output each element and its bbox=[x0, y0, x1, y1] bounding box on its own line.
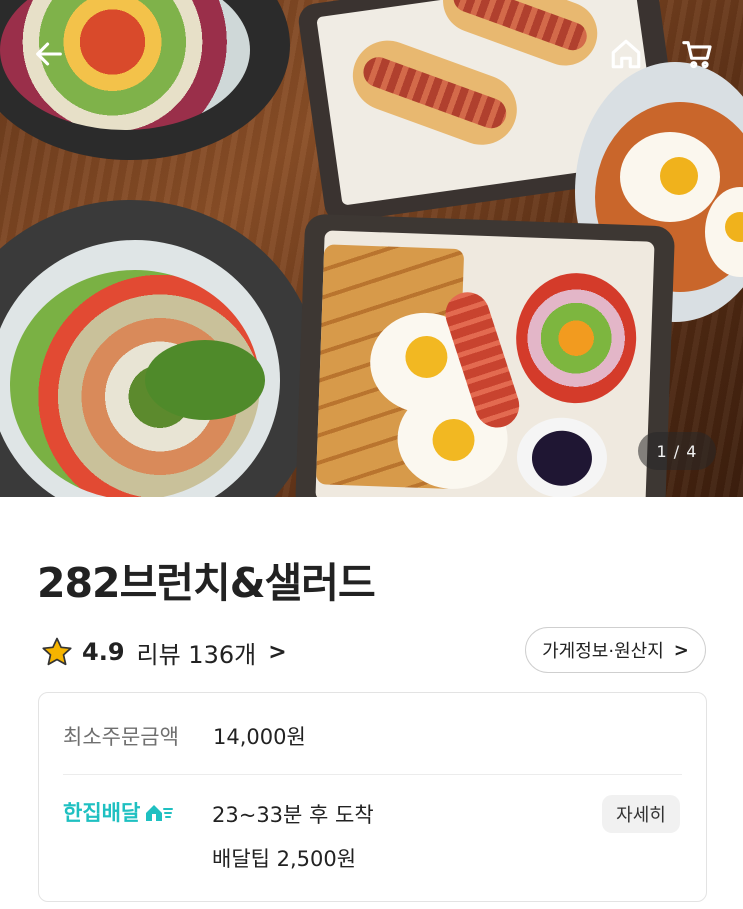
store-info-label: 가게정보·원산지 bbox=[542, 641, 664, 662]
photo-page-indicator: 1 / 4 bbox=[638, 432, 716, 470]
delivery-brand-label: 한집배달 bbox=[63, 801, 141, 825]
chevron-right-icon: > bbox=[268, 639, 287, 665]
rating-value: 4.9 bbox=[82, 638, 125, 666]
delivery-brand: 한집배달 bbox=[63, 797, 174, 827]
cart-button[interactable] bbox=[676, 32, 720, 76]
store-info-button[interactable]: 가게정보·원산지 > bbox=[525, 627, 706, 673]
review-link[interactable]: 리뷰 136개 > bbox=[137, 635, 287, 670]
min-order-row: 최소주문금액 14,000원 bbox=[63, 721, 306, 751]
home-button[interactable] bbox=[604, 32, 648, 76]
chevron-right-icon: > bbox=[673, 639, 689, 661]
store-name: 282브런치&샐러드 bbox=[37, 559, 376, 607]
star-icon bbox=[42, 637, 72, 666]
single-delivery-icon bbox=[146, 805, 174, 821]
hero-photo[interactable]: 1 / 4 bbox=[0, 0, 743, 497]
brunch-tray bbox=[294, 213, 676, 497]
home-icon bbox=[611, 39, 641, 69]
delivery-tip: 배달팁 2,500원 bbox=[212, 847, 357, 871]
divider bbox=[63, 774, 682, 775]
order-info-card: 최소주문금액 14,000원 한집배달 23~33분 후 도착 배달팁 2,50… bbox=[38, 692, 707, 902]
back-button[interactable] bbox=[27, 32, 71, 76]
back-arrow-icon bbox=[36, 42, 62, 66]
cart-icon bbox=[682, 41, 712, 69]
min-order-label: 최소주문금액 bbox=[63, 725, 179, 749]
rating-row: 4.9 리뷰 136개 > bbox=[40, 632, 287, 672]
min-order-value: 14,000원 bbox=[213, 725, 306, 749]
delivery-eta: 23~33분 후 도착 bbox=[212, 803, 374, 827]
review-count: 리뷰 136개 bbox=[136, 640, 257, 669]
delivery-detail-button[interactable]: 자세히 bbox=[602, 795, 680, 833]
